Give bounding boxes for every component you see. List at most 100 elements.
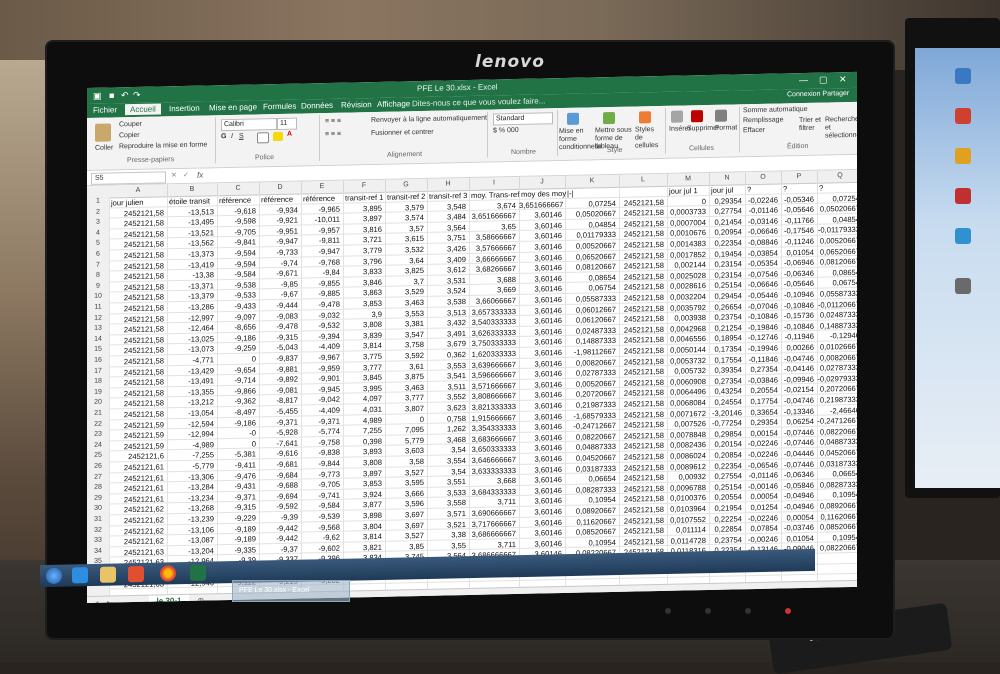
data-cell[interactable]: 2452121,58 xyxy=(619,293,664,303)
data-cell[interactable]: 3,468 xyxy=(427,435,466,445)
monitor-button[interactable] xyxy=(705,608,711,614)
data-cell[interactable]: 3,531 xyxy=(427,276,466,286)
data-cell[interactable]: 3,9 xyxy=(343,309,382,319)
insert-cells-icon[interactable] xyxy=(671,110,683,123)
data-cell[interactable]: 3,898 xyxy=(343,511,382,521)
data-cell[interactable]: 3,808666667 xyxy=(469,391,516,401)
data-cell[interactable]: -9,74 xyxy=(259,258,298,268)
data-cell[interactable]: -13,054 xyxy=(167,408,214,418)
data-cell[interactable]: -9,841 xyxy=(217,238,256,248)
data-cell[interactable]: 3,60146 xyxy=(519,221,562,231)
data-cell[interactable]: 0,0060908 xyxy=(667,377,706,387)
data-cell[interactable]: -9,733 xyxy=(259,248,298,258)
data-cell[interactable]: 0,005732 xyxy=(667,366,706,376)
data-cell[interactable]: 3,596666667 xyxy=(469,370,516,380)
data-cell[interactable]: -0,00146 xyxy=(745,481,778,491)
header-cell[interactable]: référence xyxy=(301,194,342,204)
data-cell[interactable]: -3,20146 xyxy=(709,408,742,418)
data-cell[interactable]: 0,21987333 xyxy=(565,400,616,410)
data-cell[interactable]: -0,12746 xyxy=(745,333,778,343)
data-cell[interactable]: 2452121,58 xyxy=(619,367,664,377)
data-cell[interactable]: 0,10954 xyxy=(817,533,857,543)
data-cell[interactable]: 0,39354 xyxy=(709,365,742,375)
row-header[interactable]: 23 xyxy=(87,431,109,438)
data-cell[interactable]: 0,08654 xyxy=(565,273,616,283)
data-cell[interactable]: 0,10954 xyxy=(565,495,616,505)
data-cell[interactable]: -0,13346 xyxy=(781,406,814,416)
row-header[interactable]: 12 xyxy=(87,314,109,321)
column-header[interactable]: B xyxy=(167,183,218,197)
data-cell[interactable]: 3,623 xyxy=(427,403,466,413)
signin-share[interactable]: Connexion Partager xyxy=(787,90,849,98)
tab-revision[interactable]: Révision xyxy=(341,100,372,110)
taskbar-preview[interactable]: PFE Le 30.xlsx - Excel xyxy=(232,580,350,602)
data-cell[interactable]: 0,01054 xyxy=(781,534,814,544)
data-cell[interactable]: -9,855 xyxy=(301,278,340,288)
data-cell[interactable]: -9,694 xyxy=(259,491,298,501)
data-cell[interactable]: 0,0086024 xyxy=(667,451,706,461)
header-cell[interactable]: transit-ref 1 xyxy=(343,193,384,203)
data-cell[interactable]: 3,863 xyxy=(343,288,382,298)
data-cell[interactable]: -9,85 xyxy=(259,279,298,289)
column-header[interactable]: Q xyxy=(817,169,857,183)
data-cell[interactable]: 0,08287333 xyxy=(817,480,857,490)
data-cell[interactable]: 2452121,59 xyxy=(109,420,164,430)
row-header[interactable]: 18 xyxy=(87,378,109,385)
data-cell[interactable]: -9,584 xyxy=(217,270,256,280)
data-cell[interactable]: -13,38 xyxy=(167,271,214,281)
data-cell[interactable]: -9,083 xyxy=(259,311,298,321)
data-cell[interactable]: 3,657333333 xyxy=(469,307,516,317)
data-cell[interactable]: 2452121,59 xyxy=(109,431,164,441)
data-cell[interactable]: 0,05587333 xyxy=(817,289,857,299)
data-cell[interactable]: 0,00266 xyxy=(781,343,814,353)
data-cell[interactable]: -9,411 xyxy=(217,460,256,470)
merge-center-button[interactable]: Fusionner et centrer xyxy=(371,129,434,137)
data-cell[interactable]: 3,432 xyxy=(427,318,466,328)
bold-icon[interactable]: G xyxy=(221,133,226,140)
data-cell[interactable]: 3,426 xyxy=(427,244,466,254)
data-cell[interactable]: -9,594 xyxy=(217,259,256,269)
data-cell[interactable]: -5,381 xyxy=(217,450,256,460)
data-cell[interactable]: -0,02246 xyxy=(745,195,778,205)
data-cell[interactable]: 0,01054 xyxy=(781,247,814,257)
data-cell[interactable]: -9,84 xyxy=(301,268,340,278)
column-header[interactable]: H xyxy=(427,177,470,191)
data-cell[interactable]: -9,965 xyxy=(301,204,340,214)
data-cell[interactable]: 0,05020667 xyxy=(565,209,616,219)
data-cell[interactable]: 0,22254 xyxy=(709,514,742,524)
data-cell[interactable]: -13,355 xyxy=(167,387,214,397)
data-cell[interactable]: -0,04946 xyxy=(781,502,814,512)
data-cell[interactable]: -12,997 xyxy=(167,313,214,323)
data-cell[interactable]: -0,10946 xyxy=(781,290,814,300)
data-cell[interactable]: 3,666 xyxy=(385,489,424,499)
data-cell[interactable]: 0,08220667 xyxy=(565,432,616,442)
data-cell[interactable]: 0,362 xyxy=(427,350,466,360)
data-cell[interactable]: -13,491 xyxy=(167,377,214,387)
fill-color-icon[interactable] xyxy=(273,131,283,142)
data-cell[interactable]: 0,02487333 xyxy=(565,326,616,336)
data-cell[interactable]: 2452121,58 xyxy=(619,452,664,462)
data-cell[interactable]: 3,60146 xyxy=(519,422,562,432)
data-cell[interactable]: 3,779 xyxy=(343,246,382,256)
cut-button[interactable]: Couper xyxy=(119,121,142,128)
header-cell[interactable]: transit-ref 2 xyxy=(385,192,426,202)
data-cell[interactable]: 2452121,61 xyxy=(109,462,164,472)
data-cell[interactable]: 3,57666667 xyxy=(469,243,516,253)
data-cell[interactable]: 0,19454 xyxy=(709,249,742,259)
data-cell[interactable]: 0,00520667 xyxy=(565,241,616,251)
data-cell[interactable]: 3,846 xyxy=(343,278,382,288)
data-cell[interactable]: -5,455 xyxy=(259,407,298,417)
data-cell[interactable]: -0,10846 xyxy=(745,312,778,322)
data-cell[interactable]: 0,06120667 xyxy=(565,315,616,325)
data-cell[interactable]: 0,21254 xyxy=(709,323,742,333)
data-cell[interactable]: 0,01179333 xyxy=(565,230,616,240)
data-cell[interactable]: 0,20154 xyxy=(709,440,742,450)
data-cell[interactable]: 2452121,59 xyxy=(109,441,164,451)
data-cell[interactable]: 0,0082436 xyxy=(667,440,706,450)
data-cell[interactable]: -10,011 xyxy=(301,215,340,225)
data-cell[interactable]: 3,711 xyxy=(469,497,516,507)
cancel-icon[interactable]: ✕ xyxy=(171,171,177,179)
sort-filter-button[interactable]: Trier et filtrer xyxy=(799,117,825,134)
data-cell[interactable]: 3,651666667 xyxy=(519,200,563,210)
data-cell[interactable]: -4,409 xyxy=(301,406,340,416)
